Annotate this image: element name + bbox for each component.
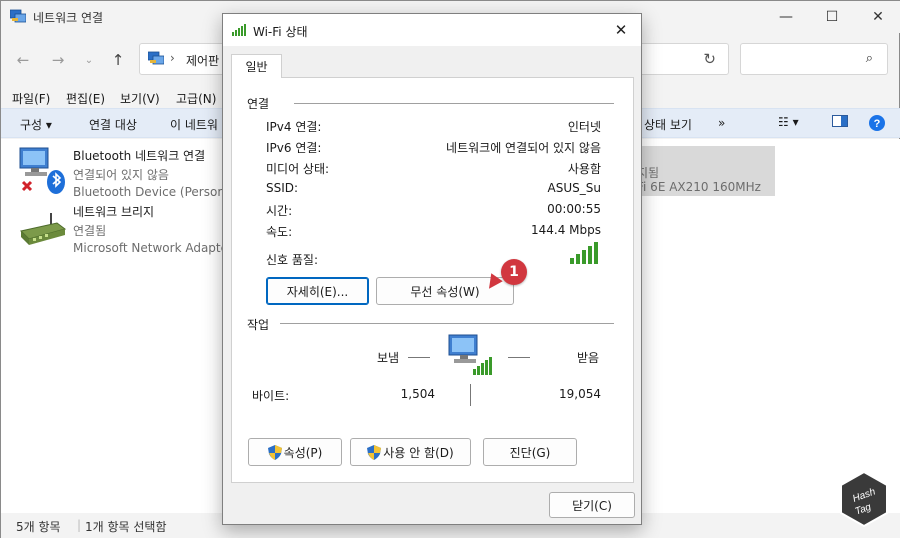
recent-locations-button[interactable]: ⌄ xyxy=(77,49,101,71)
maximize-button[interactable]: ☐ xyxy=(809,1,855,33)
duration-value: 00:00:55 xyxy=(547,202,601,216)
arrow-right-icon: → xyxy=(51,51,65,69)
menu-edit[interactable]: 편집(E) xyxy=(66,90,105,107)
connect-to-button[interactable]: 연결 대상 xyxy=(89,116,137,133)
more-commands-button[interactable]: » xyxy=(718,116,725,130)
forward-button[interactable]: → xyxy=(46,49,70,71)
sent-line xyxy=(408,357,430,358)
properties-label: 속성(P) xyxy=(283,445,323,460)
maximize-icon: ☐ xyxy=(825,9,839,25)
dialog-close-text-button[interactable]: 닫기(C) xyxy=(549,492,635,518)
signal-strength-icon xyxy=(570,242,598,264)
search-box[interactable]: ⌕ xyxy=(740,43,888,75)
hashtag-logo: Hash Tag xyxy=(840,470,888,528)
chevron-down-icon: ⌄ xyxy=(84,54,94,66)
media-state-label: 미디어 상태: xyxy=(266,162,330,176)
ssid-label: SSID: xyxy=(266,181,299,195)
ipv6-label: IPv6 연결: xyxy=(266,141,322,155)
arrow-up-icon: ↑ xyxy=(111,51,125,69)
bytes-divider xyxy=(470,384,471,406)
bytes-received-value: 19,054 xyxy=(559,387,601,401)
general-tab-panel: 연결 IPv4 연결: 인터넷 IPv6 연결: 네트워크에 연결되어 있지 않… xyxy=(231,77,634,483)
activity-divider xyxy=(280,323,614,324)
help-icon[interactable]: ? xyxy=(868,114,886,135)
properties-button[interactable]: 속성(P) xyxy=(248,438,342,466)
received-line xyxy=(508,357,530,358)
bluetooth-adapter-icon xyxy=(19,147,65,194)
connection-group-heading: 연결 xyxy=(247,95,274,112)
item-status: 연결됨 xyxy=(73,224,107,238)
view-status-button[interactable]: 상태 보기 xyxy=(644,116,692,133)
menu-advanced[interactable]: 고급(N) xyxy=(176,90,216,107)
close-icon: ✕ xyxy=(872,9,884,25)
details-button[interactable]: 자세히(E)... xyxy=(266,277,369,305)
ipv4-value: 인터넷 xyxy=(567,120,601,134)
diagnose-button[interactable]: 진단(G) xyxy=(483,438,577,466)
tab-general[interactable]: 일반 xyxy=(231,54,282,78)
connection-divider xyxy=(294,103,614,104)
speed-value: 144.4 Mbps xyxy=(530,223,601,237)
dialog-close-button[interactable]: ✕ xyxy=(607,19,635,41)
bytes-sent-value: 1,504 xyxy=(400,387,435,401)
dialog-title: Wi-Fi 상태 xyxy=(253,25,308,39)
item-device: Microsoft Network Adapter xyxy=(73,241,233,255)
back-button[interactable]: ← xyxy=(11,49,35,71)
minimize-icon: — xyxy=(779,9,793,25)
svg-text:?: ? xyxy=(874,118,881,130)
view-options-icon[interactable]: ☷ ▾ xyxy=(778,115,799,129)
disable-button[interactable]: 사용 안 함(D) xyxy=(350,438,471,466)
network-command-button[interactable]: 이 네트워 xyxy=(170,116,218,133)
explorer-close-button[interactable]: ✕ xyxy=(855,1,900,33)
breadcrumb-chevron-icon: › xyxy=(170,51,175,65)
bytes-label: 바이트: xyxy=(252,389,290,403)
list-item-wifi-selected[interactable]: 지됨 Fi 6E AX210 160MHz xyxy=(637,146,775,196)
search-icon: ⌕ xyxy=(865,51,873,66)
received-label: 받음 xyxy=(577,351,600,365)
item-count: 5개 항목 xyxy=(16,520,61,534)
refresh-icon[interactable]: ↻ xyxy=(703,50,716,68)
dialog-titlebar: Wi-Fi 상태 ✕ xyxy=(223,14,641,46)
list-item-bridge[interactable]: 네트워크 브리지 연결됨 Microsoft Network Adapter xyxy=(73,203,233,255)
control-panel-icon xyxy=(148,51,164,65)
explorer-title: 네트워크 연결 xyxy=(33,11,104,25)
ipv4-label: IPv4 연결: xyxy=(266,120,322,134)
sent-label: 보냄 xyxy=(377,351,400,365)
network-bridge-icon xyxy=(20,213,67,245)
item-device: Fi 6E AX210 160MHz xyxy=(637,180,761,194)
annotation-badge: 1 xyxy=(501,259,527,285)
selection-count: 1개 항목 선택함 xyxy=(85,520,167,534)
status-divider: | xyxy=(77,518,82,532)
duration-label: 시간: xyxy=(266,204,293,218)
shield-icon xyxy=(267,444,282,460)
item-name: 네트워크 브리지 xyxy=(73,205,155,219)
wifi-status-dialog: Wi-Fi 상태 ✕ 일반 연결 IPv4 연결: 인터넷 IPv6 연결: 네… xyxy=(222,13,642,525)
shield-icon xyxy=(367,444,382,460)
up-button[interactable]: ↑ xyxy=(106,49,130,71)
menu-file[interactable]: 파일(F) xyxy=(12,90,50,107)
minimize-button[interactable]: — xyxy=(763,1,809,33)
menu-view[interactable]: 보기(V) xyxy=(120,90,160,107)
signal-quality-label: 신호 품질: xyxy=(266,253,319,267)
preview-pane-icon[interactable] xyxy=(832,114,848,131)
ssid-value: ASUS_Su xyxy=(547,181,601,195)
speed-label: 속도: xyxy=(266,225,293,239)
arrow-left-icon: ← xyxy=(16,51,30,69)
ipv6-value: 네트워크에 연결되어 있지 않음 xyxy=(446,141,601,155)
disable-label: 사용 안 함(D) xyxy=(383,445,454,460)
wifi-signal-icon xyxy=(232,24,246,36)
close-icon: ✕ xyxy=(614,21,628,39)
network-connections-icon xyxy=(10,9,26,23)
activity-group-heading: 작업 xyxy=(247,316,274,333)
network-activity-icon xyxy=(448,334,492,375)
organize-button[interactable]: 구성 ▾ xyxy=(20,116,52,133)
media-state-value: 사용함 xyxy=(567,162,601,176)
breadcrumb-control-panel[interactable]: 제어판 xyxy=(186,52,219,69)
